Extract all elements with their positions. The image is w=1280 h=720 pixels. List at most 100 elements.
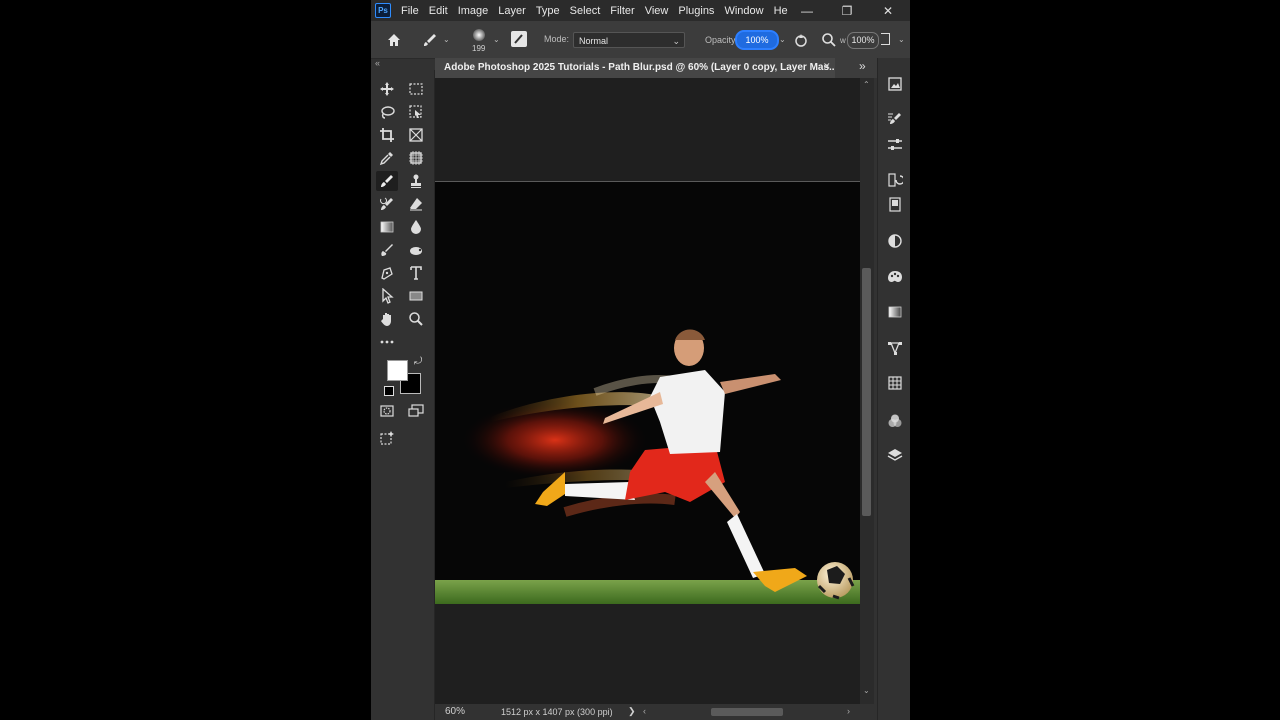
more-tools-icon[interactable]	[376, 332, 398, 352]
pressure-opacity-icon[interactable]	[792, 31, 810, 49]
crop-tool-icon[interactable]	[376, 125, 398, 145]
mode-select[interactable]: Normal ⌄	[573, 32, 685, 48]
restore-button[interactable]: ❐	[832, 0, 862, 21]
path-selection-tool-icon[interactable]	[376, 286, 398, 306]
rectangle-tool-icon[interactable]	[405, 286, 427, 306]
brush-size-label: 199	[472, 44, 486, 53]
menu-image[interactable]: Image	[458, 5, 489, 17]
menu-type[interactable]: Type	[536, 5, 560, 17]
layers-icon[interactable]	[886, 446, 904, 464]
options-bar: ⌄ 199 ⌄ Mode: Normal ⌄ Opacity: 100% ⌄ w…	[371, 21, 910, 59]
menu-plugins[interactable]: Plugins	[678, 5, 714, 17]
photoshop-logo-icon: Ps	[375, 3, 391, 18]
menu-bar: Ps File Edit Image Layer Type Select Fil…	[371, 0, 910, 21]
table-icon[interactable]	[886, 374, 904, 392]
status-menu-arrow[interactable]: ❯	[628, 706, 636, 717]
menu-edit[interactable]: Edit	[429, 5, 448, 17]
eyedropper-tool-icon[interactable]	[376, 148, 398, 168]
quick-mask-icon[interactable]	[376, 401, 398, 421]
color-icon[interactable]	[886, 268, 904, 286]
canvas-area[interactable]	[435, 78, 860, 704]
menu-filter[interactable]: Filter	[610, 5, 634, 17]
chevron-down-icon[interactable]: ⌄	[779, 35, 786, 44]
menu-help[interactable]: He	[774, 5, 788, 17]
flow-input[interactable]: 100%	[847, 32, 879, 49]
collapse-toolbar-icon[interactable]: «	[375, 58, 380, 70]
flow-label: w	[840, 36, 846, 45]
frequency-tool-icon[interactable]	[405, 148, 427, 168]
vertical-scrollbar[interactable]: ⌃ ⌄	[860, 78, 874, 704]
smudge-tool-icon[interactable]	[405, 240, 427, 260]
document-image[interactable]	[435, 182, 860, 604]
scroll-down-icon[interactable]: ⌄	[863, 686, 870, 695]
swap-colors-icon[interactable]: ⤾	[414, 356, 422, 367]
menu-view[interactable]: View	[645, 5, 669, 17]
brush-preview-icon[interactable]	[471, 27, 487, 43]
lasso-tool-icon[interactable]	[376, 102, 398, 122]
dodge-tool-icon[interactable]	[376, 240, 398, 260]
opacity-label: Opacity:	[705, 35, 739, 45]
scroll-right-icon[interactable]: ›	[847, 706, 850, 716]
paths-icon[interactable]	[886, 339, 904, 357]
chevron-down-icon[interactable]: ⌄	[493, 35, 500, 44]
photoshop-window: Ps File Edit Image Layer Type Select Fil…	[371, 0, 910, 720]
document-tab-bar: Adobe Photoshop 2025 Tutorials - Path Bl…	[435, 58, 877, 78]
status-bar: 60% 1512 px x 1407 px (300 ppi) ❯ ‹ ›	[435, 704, 877, 720]
menu-window[interactable]: Window	[724, 5, 763, 17]
gradient-tool-icon[interactable]	[376, 217, 398, 237]
panel-dock	[877, 58, 910, 720]
gradients-icon[interactable]	[886, 303, 904, 321]
zoom-level[interactable]: 60%	[445, 706, 465, 717]
brush-settings-icon[interactable]	[886, 110, 904, 128]
generative-fill-icon[interactable]	[376, 428, 398, 448]
menu-select[interactable]: Select	[570, 5, 601, 17]
document-title: Adobe Photoshop 2025 Tutorials - Path Bl…	[444, 62, 835, 73]
horizontal-scroll-thumb[interactable]	[711, 708, 783, 716]
close-tab-icon[interactable]: ✕	[823, 61, 831, 72]
object-selection-tool-icon[interactable]	[405, 102, 427, 122]
hand-tool-icon[interactable]	[376, 309, 398, 329]
frame-tool-icon[interactable]	[405, 125, 427, 145]
stamp-tool-icon[interactable]	[405, 171, 427, 191]
brush-tool-preset-icon[interactable]	[421, 31, 439, 49]
scroll-left-icon[interactable]: ‹	[643, 706, 646, 716]
history-brush-tool-icon[interactable]	[376, 194, 398, 214]
scroll-up-icon[interactable]: ⌃	[863, 80, 870, 89]
move-tool-icon[interactable]	[376, 79, 398, 99]
search-icon[interactable]	[820, 31, 838, 49]
opacity-input[interactable]: 100%	[735, 30, 779, 50]
pen-tool-icon[interactable]	[376, 263, 398, 283]
brush-settings-panel-icon[interactable]	[511, 31, 527, 47]
zoom-tool-icon[interactable]	[405, 309, 427, 329]
default-colors-icon[interactable]	[384, 386, 394, 396]
menu-layer[interactable]: Layer	[498, 5, 526, 17]
menu-file[interactable]: File	[401, 5, 419, 17]
document-dimensions: 1512 px x 1407 px (300 ppi)	[501, 707, 613, 717]
close-window-button[interactable]: ✕	[873, 0, 903, 21]
chevron-down-icon[interactable]: ⌄	[898, 35, 905, 44]
clone-source-icon[interactable]	[886, 196, 904, 214]
properties-icon[interactable]	[886, 136, 904, 154]
vertical-scroll-thumb[interactable]	[862, 268, 871, 516]
home-icon[interactable]	[385, 31, 403, 49]
brush-tool-icon[interactable]	[376, 171, 398, 191]
history-icon[interactable]	[886, 171, 904, 189]
marquee-tool-icon[interactable]	[405, 79, 427, 99]
type-tool-icon[interactable]	[405, 263, 427, 283]
mode-value: Normal	[579, 36, 609, 46]
document-tab[interactable]: Adobe Photoshop 2025 Tutorials - Path Bl…	[435, 58, 835, 78]
libraries-icon[interactable]	[886, 75, 904, 93]
minimize-button[interactable]: —	[792, 0, 822, 21]
chevron-down-icon: ⌄	[672, 36, 680, 46]
airbrush-icon[interactable]	[881, 33, 890, 45]
foreground-color-swatch[interactable]	[387, 360, 408, 381]
channels-icon[interactable]	[886, 412, 904, 430]
adjustments-icon[interactable]	[886, 232, 904, 250]
blur-tool-icon[interactable]	[405, 217, 427, 237]
eraser-tool-icon[interactable]	[405, 194, 427, 214]
chevron-down-icon[interactable]: ⌄	[443, 35, 450, 44]
mode-label: Mode:	[544, 34, 570, 44]
screen-mode-icon[interactable]	[405, 401, 427, 421]
tools-panel: ⤾	[371, 70, 435, 720]
tab-overflow-icon[interactable]: »	[859, 59, 866, 73]
